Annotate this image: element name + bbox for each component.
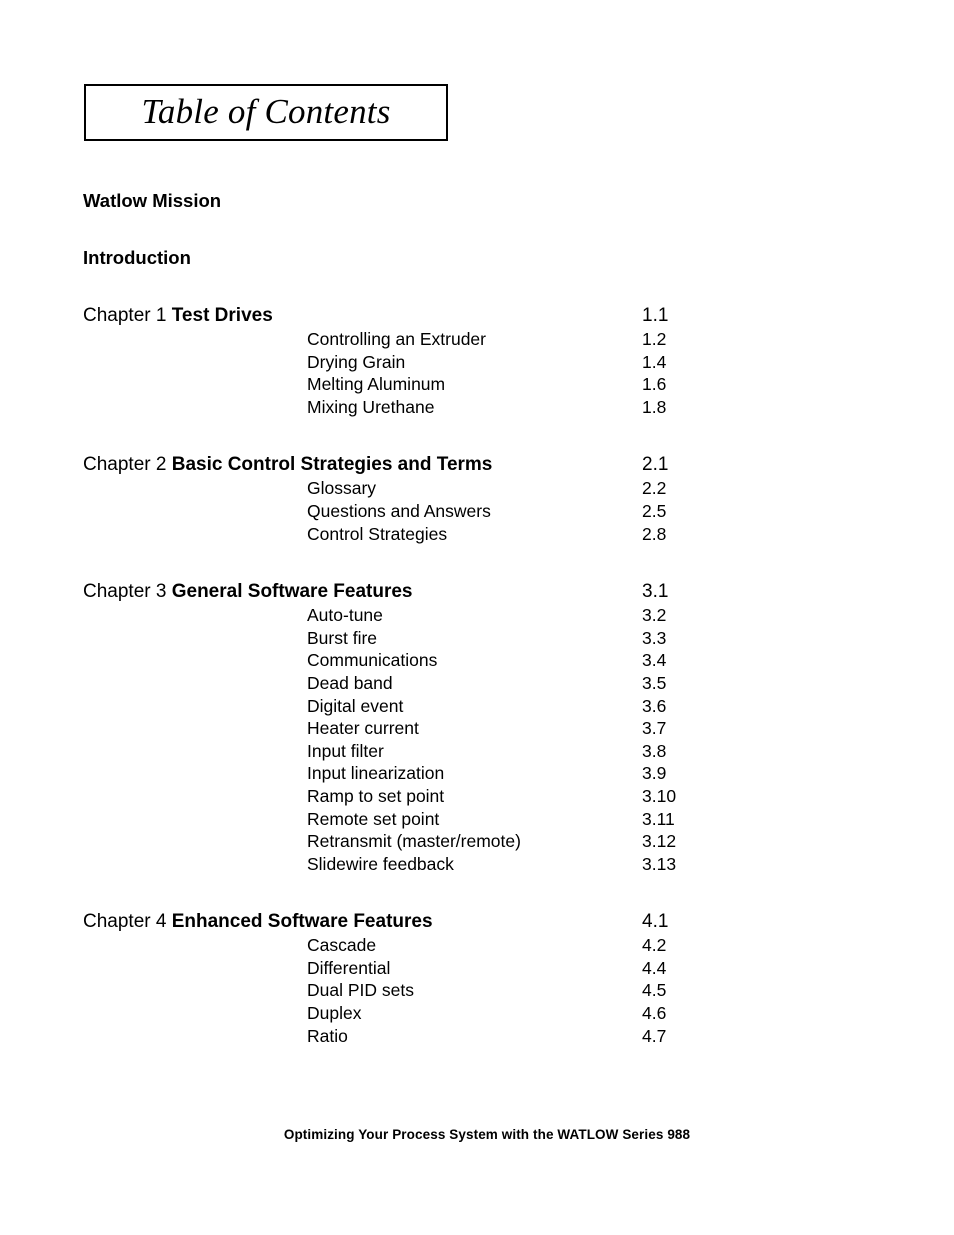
entry-title: Controlling an Extruder <box>307 329 486 349</box>
chapter-title: Basic Control Strategies and Terms <box>171 454 493 476</box>
toc-entry-row[interactable]: Auto-tune 3.2 <box>83 604 783 627</box>
entry-page-number: 4.6 <box>642 1003 667 1024</box>
chapter-title: Enhanced Software Features <box>171 911 433 933</box>
entry-title: Heater current <box>307 718 419 739</box>
chapter-label: Chapter 3 <box>83 581 167 603</box>
entry-title: Melting Aluminum <box>307 374 446 395</box>
entry-page-number: 3.13 <box>642 853 677 874</box>
chapter-page-number: 2.1 <box>642 454 669 476</box>
entry-page-number: 2.5 <box>642 500 667 521</box>
entry-title: Digital event <box>307 695 404 716</box>
entry-page-number: 4.7 <box>642 1025 667 1046</box>
chapter-label: Chapter 1 <box>83 305 167 326</box>
chapter-title: General Software Features <box>171 581 413 603</box>
toc-entry-row[interactable]: Remote set point 3.11 <box>83 808 783 831</box>
toc-entry-row[interactable]: Dead band 3.5 <box>83 672 783 695</box>
entry-title: Mixing Urethane <box>307 396 435 417</box>
entry-page-number: 3.6 <box>642 695 667 716</box>
toc-entry-row[interactable]: Dual PID sets 4.5 <box>83 979 783 1002</box>
entry-title: Slidewire feedback <box>307 853 454 874</box>
entry-page-number: 3.7 <box>642 718 667 739</box>
page-footer: Optimizing Your Process System with the … <box>283 1127 691 1142</box>
entry-page-number: 3.9 <box>642 763 667 784</box>
toc-entry-row[interactable]: Melting Aluminum 1.6 <box>83 373 783 396</box>
toc-entry-row[interactable]: Ratio 4.7 <box>83 1025 783 1048</box>
page-title-box: Table of Contents <box>84 84 448 141</box>
toc-entry-row[interactable]: Drying Grain 1.4 <box>83 351 783 374</box>
toc-entry-row[interactable]: Slidewire feedback 3.13 <box>83 853 783 876</box>
entry-title: Retransmit (master/remote) <box>307 831 521 852</box>
toc-page: Table of Contents Watlow Mission Introdu… <box>0 0 954 1235</box>
entry-title: Duplex <box>307 1003 362 1024</box>
entry-page-number: 3.4 <box>642 650 667 671</box>
entry-page-number: 3.3 <box>642 627 667 648</box>
section-heading-introduction[interactable]: Introduction <box>83 247 783 269</box>
chapter-group: Chapter 1 Test Drives 1.1 Controlling an… <box>83 304 783 418</box>
chapter-label: Chapter 4 <box>83 911 167 933</box>
entry-title: Input linearization <box>307 763 445 784</box>
chapter-group: Chapter 4 Enhanced Software Features 4.1… <box>83 910 783 1047</box>
page-title: Table of Contents <box>141 91 391 131</box>
toc-entry-row[interactable]: Heater current 3.7 <box>83 717 783 740</box>
entry-page-number: 2.2 <box>642 478 667 499</box>
toc-entry-row[interactable]: Ramp to set point 3.10 <box>83 785 783 808</box>
chapter-row[interactable]: Chapter 3 General Software Features 3.1 <box>83 580 783 604</box>
entry-title: Remote set point <box>307 808 440 829</box>
toc-entry-row[interactable]: Control Strategies 2.8 <box>83 523 783 546</box>
toc-entry-row[interactable]: Digital event 3.6 <box>83 695 783 718</box>
entry-title: Questions and Answers <box>307 500 491 521</box>
chapter-group: Chapter 2 Basic Control Strategies and T… <box>83 453 783 545</box>
entry-page-number: 3.8 <box>642 740 667 761</box>
entry-title: Communications <box>307 650 438 671</box>
entry-page-number: 1.4 <box>642 351 667 372</box>
chapter-row[interactable]: Chapter 1 Test Drives 1.1 <box>83 304 783 328</box>
chapter-page-number: 1.1 <box>642 305 669 326</box>
entry-title: Burst fire <box>307 627 378 648</box>
chapter-row[interactable]: Chapter 4 Enhanced Software Features 4.1 <box>83 910 783 934</box>
chapter-label: Chapter 2 <box>83 454 167 476</box>
toc-entry-row[interactable]: Controlling an Extruder 1.2 <box>83 328 783 351</box>
entry-title: Control Strategies <box>307 523 448 544</box>
chapter-page-number: 4.1 <box>642 911 669 933</box>
entry-page-number: 4.5 <box>642 980 667 1001</box>
toc-entry-row[interactable]: Input linearization 3.9 <box>83 762 783 785</box>
entry-page-number: 4.2 <box>642 935 667 956</box>
toc-entry-row[interactable]: Differential 4.4 <box>83 957 783 980</box>
chapter-group: Chapter 3 General Software Features 3.1 … <box>83 580 783 875</box>
entry-title: Drying Grain <box>307 351 406 372</box>
entry-page-number: 3.2 <box>642 605 667 626</box>
toc-entry-row[interactable]: Glossary 2.2 <box>83 477 783 500</box>
entry-title: Differential <box>307 957 391 978</box>
entry-title: Dual PID sets <box>307 980 414 1001</box>
entry-page-number: 1.2 <box>642 329 667 349</box>
toc-entry-row[interactable]: Questions and Answers 2.5 <box>83 500 783 523</box>
entry-page-number: 3.10 <box>642 785 677 806</box>
toc-entry-row[interactable]: Cascade 4.2 <box>83 934 783 957</box>
toc-entry-row[interactable]: Input filter 3.8 <box>83 740 783 763</box>
entry-title: Ramp to set point <box>307 785 445 806</box>
section-heading-watlow-mission[interactable]: Watlow Mission <box>83 190 783 212</box>
entry-page-number: 1.8 <box>642 396 667 417</box>
toc-entry-row[interactable]: Communications 3.4 <box>83 649 783 672</box>
toc-entry-row[interactable]: Retransmit (master/remote) 3.12 <box>83 830 783 853</box>
chapter-title: Test Drives <box>171 305 273 326</box>
entry-title: Input filter <box>307 740 384 761</box>
entry-title: Glossary <box>307 478 377 499</box>
entry-page-number: 4.4 <box>642 957 667 978</box>
entry-page-number: 3.11 <box>642 808 675 829</box>
toc-list: Watlow Mission Introduction Chapter 1 Te… <box>83 190 783 1047</box>
entry-title: Dead band <box>307 672 393 693</box>
entry-page-number: 3.12 <box>642 831 677 852</box>
entry-title: Cascade <box>307 935 377 956</box>
toc-entry-row[interactable]: Burst fire 3.3 <box>83 627 783 650</box>
toc-entry-row[interactable]: Mixing Urethane 1.8 <box>83 396 783 419</box>
chapter-row[interactable]: Chapter 2 Basic Control Strategies and T… <box>83 453 783 477</box>
entry-title: Ratio <box>307 1025 348 1046</box>
entry-page-number: 2.8 <box>642 523 667 544</box>
entry-page-number: 1.6 <box>642 374 667 395</box>
entry-title: Auto-tune <box>307 605 383 626</box>
entry-page-number: 3.5 <box>642 672 667 693</box>
chapter-page-number: 3.1 <box>642 581 669 603</box>
toc-entry-row[interactable]: Duplex 4.6 <box>83 1002 783 1025</box>
